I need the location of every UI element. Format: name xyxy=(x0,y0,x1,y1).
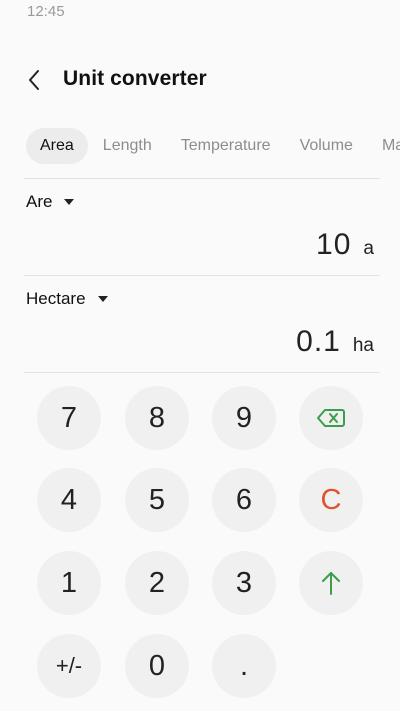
key-9[interactable]: 9 xyxy=(212,386,276,450)
from-unit-symbol: a xyxy=(363,238,374,259)
to-value: 0.1 xyxy=(296,325,341,358)
chevron-left-icon xyxy=(29,70,39,90)
status-bar-time: 12:45 xyxy=(27,3,65,20)
key-8[interactable]: 8 xyxy=(125,386,189,450)
from-unit-dropdown[interactable]: Are xyxy=(26,192,75,212)
tab-length[interactable]: Length xyxy=(89,128,166,164)
arrow-up-icon xyxy=(322,572,340,595)
divider xyxy=(24,178,380,179)
decimal-point-button[interactable]: . xyxy=(212,634,276,698)
tab-area[interactable]: Area xyxy=(26,128,88,164)
tab-volume[interactable]: Volume xyxy=(286,128,367,164)
divider xyxy=(24,372,380,373)
unit-converter-screen: 12:45 Unit converter Area Length Tempera… xyxy=(0,0,400,711)
tab-mass[interactable]: Ma xyxy=(368,128,400,164)
from-value-field[interactable]: 10 a xyxy=(316,228,374,262)
backspace-button[interactable] xyxy=(299,386,363,450)
key-4[interactable]: 4 xyxy=(37,468,101,532)
swap-units-button[interactable] xyxy=(299,551,363,615)
key-6[interactable]: 6 xyxy=(212,468,276,532)
key-5[interactable]: 5 xyxy=(125,468,189,532)
back-button[interactable] xyxy=(22,66,46,94)
divider xyxy=(24,275,380,276)
key-1[interactable]: 1 xyxy=(37,551,101,615)
key-0[interactable]: 0 xyxy=(125,634,189,698)
to-unit-name: Hectare xyxy=(26,289,86,308)
key-2[interactable]: 2 xyxy=(125,551,189,615)
to-unit-symbol: ha xyxy=(352,335,374,356)
page-title: Unit converter xyxy=(63,67,207,90)
tab-temperature[interactable]: Temperature xyxy=(167,128,285,164)
category-tabs: Area Length Temperature Volume Ma xyxy=(26,126,400,166)
from-unit-name: Are xyxy=(26,192,53,211)
from-value: 10 xyxy=(316,228,352,261)
to-unit-dropdown[interactable]: Hectare xyxy=(26,289,108,309)
plus-minus-button[interactable]: +/- xyxy=(37,634,101,698)
clear-label: C xyxy=(320,483,342,516)
key-3[interactable]: 3 xyxy=(212,551,276,615)
key-7[interactable]: 7 xyxy=(37,386,101,450)
dropdown-caret-icon xyxy=(97,296,108,302)
clear-button[interactable]: C xyxy=(299,468,363,532)
backspace-icon xyxy=(317,409,345,427)
to-value-field[interactable]: 0.1 ha xyxy=(296,325,374,359)
app-bar: Unit converter xyxy=(0,60,400,100)
dropdown-caret-icon xyxy=(64,199,75,205)
